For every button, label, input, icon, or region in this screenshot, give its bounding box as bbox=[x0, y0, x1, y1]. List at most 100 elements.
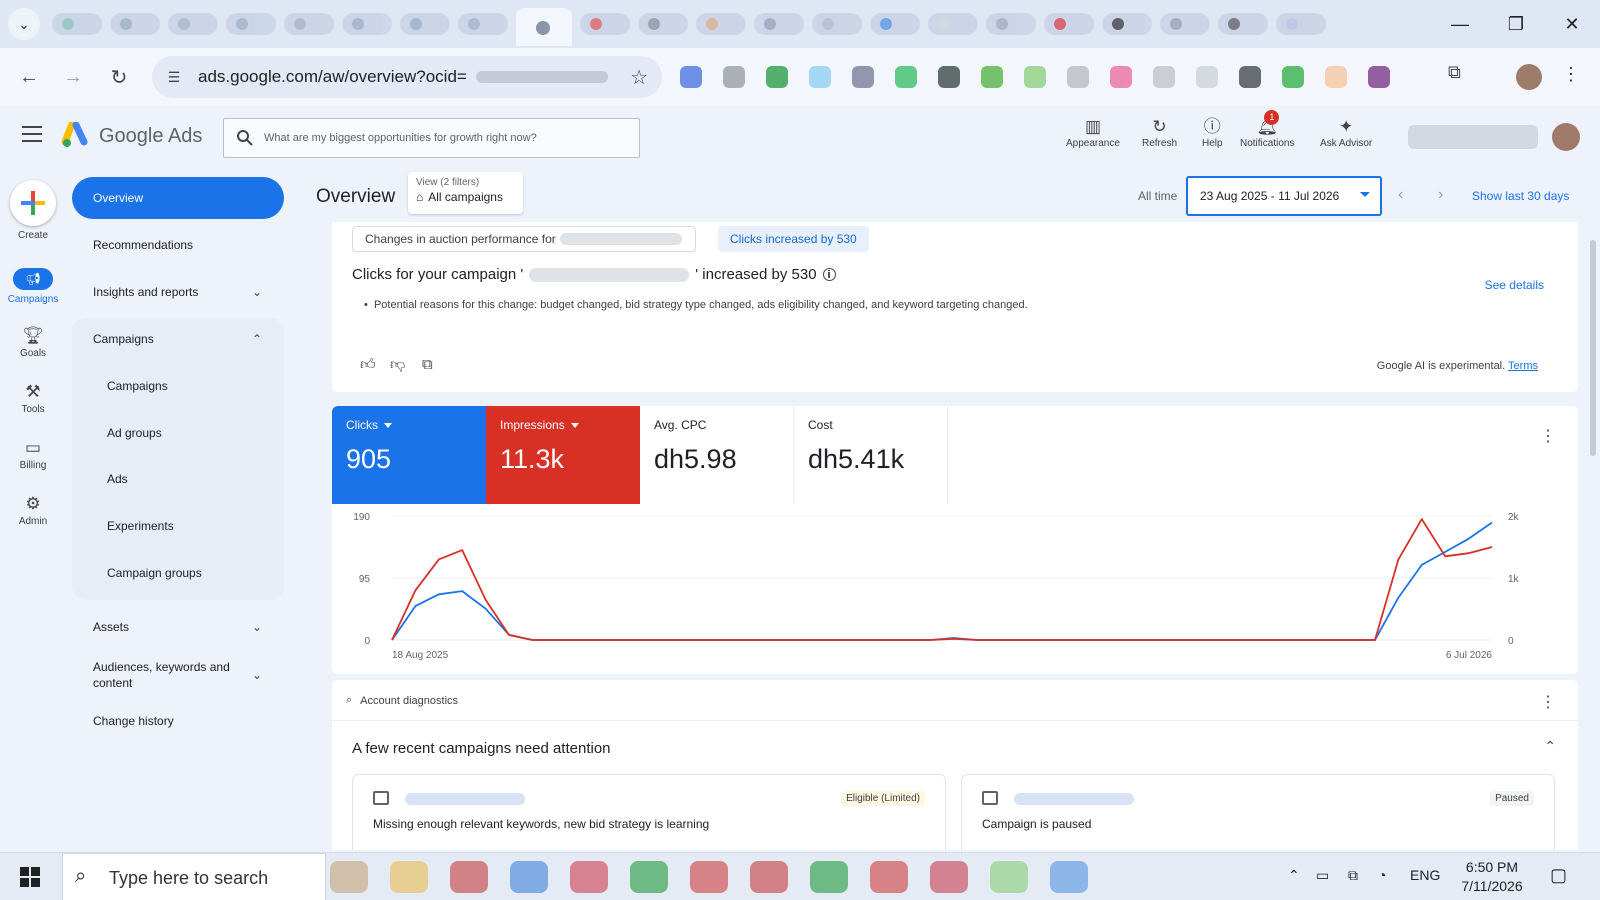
browser-tab[interactable] bbox=[52, 13, 102, 35]
thumbs-down-icon[interactable]: 👎︎ bbox=[390, 356, 405, 374]
search-input[interactable] bbox=[264, 119, 634, 157]
nav-change-history[interactable]: Change history bbox=[72, 700, 284, 742]
taskbar-app-icon[interactable] bbox=[630, 861, 668, 893]
extension-icon[interactable] bbox=[766, 66, 788, 88]
taskbar-app-icon[interactable] bbox=[390, 861, 428, 893]
refresh-button[interactable]: ↻ Refresh bbox=[1142, 116, 1177, 149]
appearance-button[interactable]: ▥ Appearance bbox=[1066, 116, 1120, 149]
taskbar-app-icon[interactable] bbox=[810, 861, 848, 893]
nav-insights-reports[interactable]: Insights and reports ⌄ bbox=[72, 271, 284, 313]
extension-icon[interactable] bbox=[1110, 66, 1132, 88]
browser-tab[interactable] bbox=[110, 13, 160, 35]
browser-tab-active[interactable] bbox=[516, 8, 572, 46]
taskbar-app-icon[interactable] bbox=[990, 861, 1028, 893]
bookmark-star-icon[interactable]: ☆ bbox=[630, 65, 648, 90]
extension-icon[interactable] bbox=[1196, 66, 1218, 88]
browser-tab[interactable] bbox=[986, 13, 1036, 35]
taskbar-app-icon[interactable] bbox=[870, 861, 908, 893]
browser-tab[interactable] bbox=[754, 13, 804, 35]
taskbar-app-icon[interactable] bbox=[750, 861, 788, 893]
metric-clicks[interactable]: Clicks 905 bbox=[332, 406, 486, 504]
extension-icon[interactable] bbox=[1282, 66, 1304, 88]
date-range-selector[interactable]: 23 Aug 2025 - 11 Jul 2026 bbox=[1186, 176, 1382, 216]
taskbar-app-icon[interactable] bbox=[330, 861, 368, 893]
browser-tab[interactable] bbox=[1102, 13, 1152, 35]
browser-tab[interactable] bbox=[168, 13, 218, 35]
main-menu-icon[interactable] bbox=[22, 126, 42, 142]
display-icon[interactable]: ⧉ bbox=[1348, 867, 1358, 884]
thumbs-up-icon[interactable]: 👍︎ bbox=[360, 356, 376, 374]
rail-item-goals[interactable]: 🏆︎ Goals bbox=[0, 324, 66, 359]
nav-sub-ad-groups[interactable]: Ad groups bbox=[72, 412, 284, 454]
extension-icon[interactable] bbox=[1325, 66, 1347, 88]
extension-icon[interactable] bbox=[1024, 66, 1046, 88]
browser-tab[interactable] bbox=[284, 13, 334, 35]
extension-icon[interactable] bbox=[1067, 66, 1089, 88]
view-filter-button[interactable]: View (2 filters) ⌂ All campaigns bbox=[408, 172, 523, 214]
browser-tab[interactable] bbox=[1276, 13, 1326, 35]
metric-impressions[interactable]: Impressions 11.3k bbox=[486, 406, 640, 504]
browser-tab[interactable] bbox=[870, 13, 920, 35]
info-icon[interactable]: i bbox=[822, 268, 836, 281]
browser-tab[interactable] bbox=[458, 13, 508, 35]
extension-icon[interactable] bbox=[1239, 66, 1261, 88]
nav-recommendations[interactable]: Recommendations bbox=[72, 224, 284, 266]
diagnostics-menu-icon[interactable]: ⋮ bbox=[1540, 692, 1556, 712]
taskbar-app-icon[interactable] bbox=[1050, 861, 1088, 893]
nav-audiences[interactable]: Audiences, keywords and content ⌄ bbox=[72, 654, 284, 696]
extension-icon[interactable] bbox=[723, 66, 745, 88]
page-scrollbar[interactable] bbox=[1590, 240, 1596, 456]
date-next-icon[interactable]: › bbox=[1438, 186, 1443, 204]
nav-sub-campaign-groups[interactable]: Campaign groups bbox=[72, 552, 284, 594]
browser-profile-avatar[interactable] bbox=[1516, 64, 1542, 90]
extension-icon[interactable] bbox=[1153, 66, 1175, 88]
extension-icon[interactable] bbox=[1368, 66, 1390, 88]
taskbar-app-icon[interactable] bbox=[570, 861, 608, 893]
rail-item-campaigns[interactable]: 📢︎ Campaigns bbox=[0, 268, 66, 305]
extensions-puzzle-icon[interactable]: ⧉ bbox=[1448, 62, 1472, 86]
browser-tab[interactable] bbox=[812, 13, 862, 35]
campaign-attention-card[interactable]: Eligible (Limited) Missing enough releva… bbox=[352, 774, 946, 850]
language-indicator[interactable]: ENG bbox=[1410, 867, 1440, 883]
nav-sub-ads[interactable]: Ads bbox=[72, 458, 284, 500]
back-button[interactable]: ← bbox=[14, 62, 44, 92]
campaign-attention-card[interactable]: Paused Campaign is paused bbox=[961, 774, 1555, 850]
chart-menu-icon[interactable]: ⋮ bbox=[1540, 426, 1556, 446]
extension-icon[interactable] bbox=[680, 66, 702, 88]
create-button[interactable] bbox=[10, 180, 56, 226]
notification-center-icon[interactable]: ▢ bbox=[1550, 865, 1567, 886]
date-prev-icon[interactable]: ‹ bbox=[1398, 186, 1403, 204]
windows-start-icon[interactable] bbox=[20, 867, 40, 887]
extension-icon[interactable] bbox=[895, 66, 917, 88]
rail-item-billing[interactable]: ▭ Billing bbox=[0, 436, 66, 471]
restore-button[interactable]: ❐ bbox=[1496, 10, 1536, 38]
nav-sub-campaigns[interactable]: Campaigns bbox=[72, 365, 284, 407]
show-last-30-days-link[interactable]: Show last 30 days bbox=[1472, 189, 1569, 203]
help-button[interactable]: ⓘ Help bbox=[1202, 116, 1223, 149]
address-bar[interactable]: ☰ ads.google.com/aw/overview?ocid= ☆ bbox=[152, 56, 662, 98]
clicks-increase-chip[interactable]: Clicks increased by 530 bbox=[718, 226, 869, 252]
address-url[interactable]: ads.google.com/aw/overview?ocid= bbox=[198, 67, 467, 87]
nav-campaigns-group[interactable]: Campaigns ⌃ bbox=[72, 318, 284, 360]
account-selector[interactable] bbox=[1408, 125, 1538, 149]
auction-chip[interactable]: Changes in auction performance for bbox=[352, 226, 696, 252]
notifications-button[interactable]: 🔔︎ 1 Notifications bbox=[1240, 110, 1294, 149]
account-avatar[interactable] bbox=[1552, 123, 1580, 151]
collapse-chevron-icon[interactable]: ⌃ bbox=[1544, 738, 1556, 755]
forward-button[interactable]: → bbox=[58, 62, 88, 92]
browser-tab[interactable] bbox=[638, 13, 688, 35]
browser-tab[interactable] bbox=[928, 13, 978, 35]
ask-advisor-button[interactable]: ✦ Ask Advisor bbox=[1320, 116, 1372, 149]
browser-tab[interactable] bbox=[1044, 13, 1094, 35]
system-clock[interactable]: 6:50 PM 7/11/2026 bbox=[1452, 858, 1532, 896]
browser-tab[interactable] bbox=[400, 13, 450, 35]
nav-assets[interactable]: Assets ⌄ bbox=[72, 606, 284, 648]
metric-cost[interactable]: Cost dh5.41k bbox=[794, 406, 948, 504]
metric-avg-cpc[interactable]: Avg. CPC dh5.98 bbox=[640, 406, 794, 504]
nav-sub-experiments[interactable]: Experiments bbox=[72, 505, 284, 547]
browser-tab[interactable] bbox=[1160, 13, 1210, 35]
battery-icon[interactable]: ▭ bbox=[1316, 867, 1329, 884]
extension-icon[interactable] bbox=[809, 66, 831, 88]
tab-search-button[interactable]: ⌄ bbox=[8, 8, 40, 40]
tray-overflow-icon[interactable]: ⌃ bbox=[1288, 867, 1300, 884]
